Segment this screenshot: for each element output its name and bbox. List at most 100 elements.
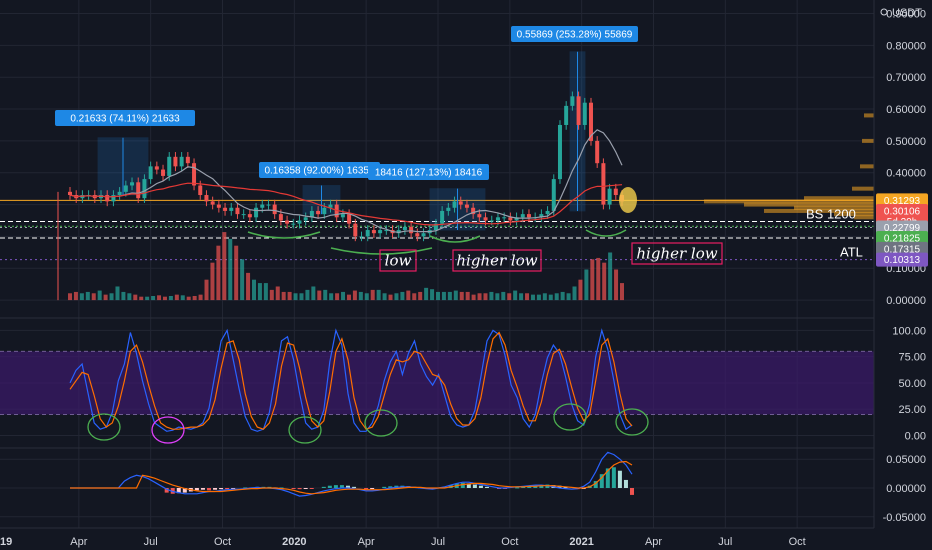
candle-body <box>123 185 128 192</box>
candle-body <box>303 217 308 221</box>
candle-body <box>557 124 562 180</box>
candle-body <box>105 195 110 202</box>
price-tick-label: 0.00000 <box>886 295 926 307</box>
volume-bar <box>275 286 280 301</box>
volume-bar <box>222 232 227 301</box>
candle-body <box>216 204 221 208</box>
currency-text: USDT <box>892 7 922 19</box>
volume-bar <box>382 293 387 301</box>
profile-bar <box>860 164 874 169</box>
candle-body <box>353 223 358 237</box>
candle-body <box>223 207 228 211</box>
boxed-label: higher low <box>456 252 537 270</box>
macd-histogram-bar <box>352 486 357 488</box>
volume-bar <box>180 295 185 301</box>
candle-body <box>526 214 531 218</box>
volume-bar <box>483 293 488 301</box>
candle-body <box>402 226 407 231</box>
volume-bar <box>109 293 114 301</box>
candle-body <box>291 223 296 225</box>
volume-bar <box>346 294 351 301</box>
candle-body <box>285 220 290 224</box>
stochastic-tick-label: 75.00 <box>898 352 926 364</box>
volume-bar <box>335 293 340 301</box>
candle-body <box>446 207 451 211</box>
macd-axis[interactable]: -0.05000 0.00000 0.05000 <box>883 454 926 524</box>
volume-bar <box>329 293 334 301</box>
candle-body <box>340 214 345 218</box>
candle-body <box>564 105 569 125</box>
macd-histogram-bar <box>617 470 622 488</box>
volume-bar <box>192 296 197 301</box>
price-labels: 0.312930.301065d 20h0.227990.218250.1731… <box>876 193 928 267</box>
volume-bar <box>548 294 553 301</box>
volume-bar <box>68 293 72 301</box>
volume-bar <box>103 294 108 301</box>
candle-body <box>136 182 141 199</box>
volume-bar <box>572 286 577 301</box>
time-tick-label: Apr <box>645 536 662 548</box>
volume-bar <box>198 294 203 301</box>
volume-bar <box>418 291 423 301</box>
trading-chart[interactable]: 0.21633 (74.11%) 21633 0.16358 (92.00%) 1… <box>0 0 932 550</box>
time-tick-label: Oct <box>501 536 518 548</box>
macd-tick-label: 0.00000 <box>886 483 926 495</box>
volume-bar <box>453 290 458 301</box>
time-tick-label: 19 <box>0 536 12 548</box>
candle-body <box>520 214 525 218</box>
chart-background <box>0 0 932 550</box>
volume-bar <box>257 283 262 301</box>
price-tick-label: 0.80000 <box>886 40 926 52</box>
time-tick-label: Oct <box>789 536 806 548</box>
volume-bar <box>252 279 256 301</box>
volume-bar <box>157 295 162 301</box>
volume-bar <box>341 291 346 301</box>
profile-bar <box>864 113 874 118</box>
candle-body <box>297 220 302 224</box>
measure-label: 0.21633 (74.11%) 21633 <box>70 114 180 125</box>
candle-body <box>179 156 184 167</box>
volume-bar <box>614 269 619 301</box>
profile-bar <box>852 186 874 191</box>
measure-label: 18416 (127.13%) 18416 <box>375 168 483 179</box>
candle-body <box>483 217 488 221</box>
volume-bar <box>370 289 375 301</box>
macd-histogram-bar <box>364 488 369 490</box>
volume-bar <box>536 294 541 301</box>
volume-bar <box>554 293 559 301</box>
candle-body <box>421 233 426 237</box>
volume-bar <box>507 293 512 301</box>
candle-body <box>452 201 457 208</box>
time-tick-label: Jul <box>718 536 732 548</box>
candle-body <box>576 96 581 125</box>
volume-bar <box>186 296 191 301</box>
price-tick-label: 0.50000 <box>886 136 926 148</box>
volume-bar <box>471 294 476 301</box>
candle-body <box>440 210 445 224</box>
volume-bar <box>465 291 470 301</box>
volume-bar <box>424 287 429 301</box>
price-label-text: 0.10313 <box>884 255 921 266</box>
candle-body <box>272 204 277 215</box>
macd-tick-label: 0.05000 <box>886 454 926 466</box>
price-tick-label: 0.60000 <box>886 104 926 116</box>
macd-histogram-bar <box>460 482 465 488</box>
candle-body <box>551 179 556 211</box>
candle-body <box>458 201 463 205</box>
volume-bar <box>352 290 357 301</box>
profile-bar <box>854 215 874 220</box>
stochastic-tick-label: 25.00 <box>898 404 926 416</box>
volume-bar <box>406 290 411 301</box>
volume-bar <box>317 290 322 301</box>
candle-body <box>241 214 246 216</box>
macd-histogram-bar <box>327 485 332 488</box>
volume-bar <box>412 293 417 301</box>
candle-body <box>464 204 469 208</box>
stochastic-band <box>0 351 874 415</box>
volume-bar <box>513 290 518 301</box>
boxed-label: low <box>385 252 412 270</box>
volume-bar <box>240 259 245 301</box>
volume-bar <box>287 291 292 301</box>
macd-histogram-bar <box>611 467 616 488</box>
current-price-highlight <box>619 187 637 213</box>
